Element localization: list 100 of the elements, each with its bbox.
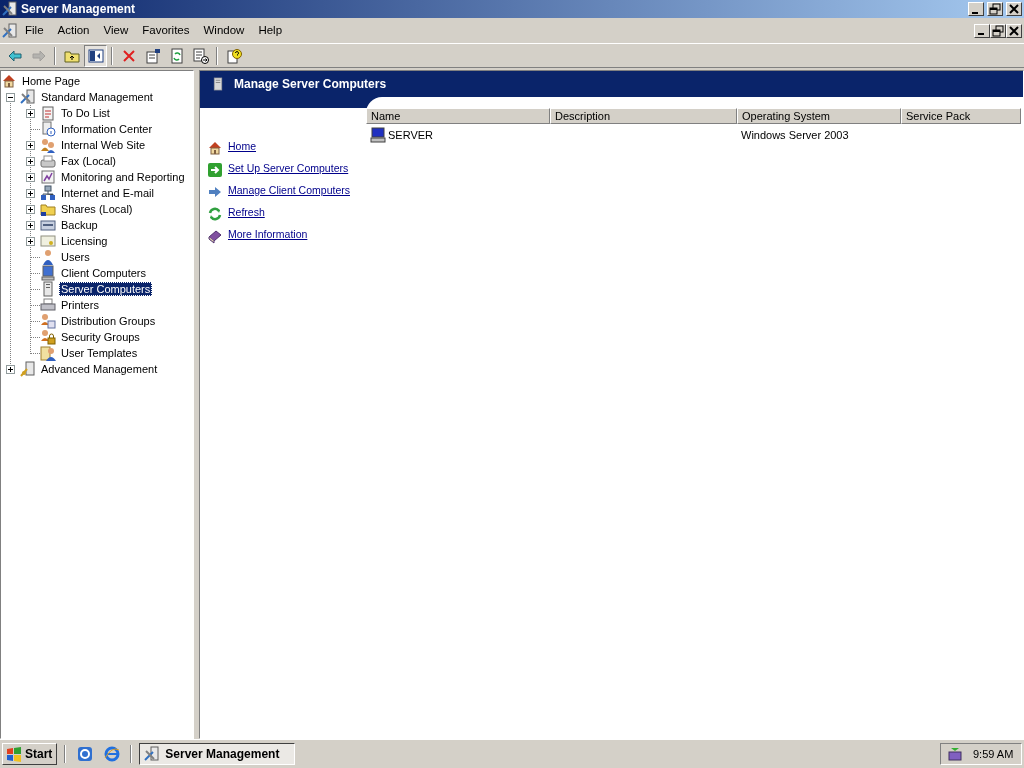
clock: 9:59 AM — [973, 746, 1014, 762]
tree-item[interactable]: Fax (Local) — [59, 154, 119, 168]
help-icon — [225, 47, 242, 64]
start-button[interactable]: Start — [2, 743, 58, 765]
tools-icon — [20, 89, 36, 105]
tree-item[interactable]: Backup — [59, 218, 100, 232]
monitor-icon — [40, 265, 56, 281]
plus-icon — [27, 237, 34, 245]
column-header[interactable]: Operating System — [737, 108, 901, 124]
plus-icon — [27, 221, 34, 229]
tools-icon — [20, 361, 36, 377]
fax-icon — [40, 153, 56, 169]
expand-button[interactable] — [26, 108, 35, 118]
expand-button[interactable] — [26, 172, 35, 182]
expand-button[interactable] — [6, 364, 15, 374]
restore-button[interactable] — [987, 2, 1003, 16]
plus-icon — [27, 157, 34, 165]
window-title: Server Management — [21, 1, 137, 18]
expand-button[interactable] — [26, 140, 35, 150]
link[interactable]: Refresh — [228, 206, 352, 219]
tree-item[interactable]: Standard Management — [39, 90, 155, 104]
menu-item[interactable]: Window — [196, 19, 252, 42]
tree-item[interactable]: Shares (Local) — [59, 202, 135, 216]
user-template-icon — [40, 345, 56, 361]
table-cell-text: SERVER — [388, 127, 434, 143]
close-button[interactable] — [1006, 23, 1022, 38]
panel-title: Manage Server Computers — [234, 76, 387, 93]
panel-icon — [87, 47, 104, 64]
link[interactable]: More Information — [228, 228, 352, 241]
tree-item[interactable]: Server Computers — [59, 282, 153, 296]
menu-item[interactable]: View — [96, 19, 136, 42]
user-icon — [40, 249, 56, 265]
house-icon — [1, 73, 17, 89]
tools-icon — [2, 22, 18, 39]
tree-item[interactable]: User Templates — [59, 346, 140, 360]
group-lock-icon — [40, 329, 56, 345]
menu-item[interactable]: Action — [50, 19, 97, 42]
properties-icon — [144, 47, 161, 64]
chart-icon — [40, 169, 56, 185]
column-header[interactable]: Description — [550, 108, 737, 124]
minimize-button[interactable] — [974, 23, 990, 38]
taskbar-button[interactable]: Server Management — [139, 743, 296, 765]
tools-icon — [144, 746, 161, 762]
restore-icon — [991, 23, 1005, 38]
tree-item[interactable]: Internal Web Site — [59, 138, 148, 152]
plus-icon — [27, 173, 34, 181]
link[interactable]: Set Up Server Computers — [228, 162, 352, 175]
tree-item[interactable]: Printers — [59, 298, 101, 312]
column-header[interactable]: Name — [366, 108, 550, 124]
expand-button[interactable] — [26, 188, 35, 198]
network-status-icon[interactable] — [947, 746, 963, 762]
menu-item[interactable]: Favorites — [135, 19, 197, 42]
group-icon — [40, 313, 56, 329]
plus-icon — [27, 141, 34, 149]
checklist-icon — [40, 105, 56, 121]
tree-item[interactable]: Client Computers — [59, 266, 148, 280]
expand-button[interactable] — [26, 236, 35, 246]
expand-button[interactable] — [26, 220, 35, 230]
certificate-icon — [40, 233, 56, 249]
minimize-icon — [978, 33, 984, 35]
link[interactable]: Home — [228, 140, 352, 153]
expand-button[interactable] — [26, 204, 35, 214]
book-icon — [207, 228, 223, 244]
export-list-icon — [192, 47, 209, 64]
close-icon — [1007, 2, 1021, 16]
plus-icon — [27, 189, 34, 197]
menu-item[interactable]: File — [18, 19, 51, 42]
expand-button[interactable] — [26, 156, 35, 166]
server-icon — [40, 281, 56, 297]
toolbar-button[interactable] — [84, 44, 107, 67]
tree-item[interactable]: Information Center — [59, 122, 155, 136]
tree-item[interactable]: Security Groups — [59, 330, 142, 344]
restore-icon — [988, 2, 1002, 16]
browser-icon — [103, 746, 120, 762]
minimize-button[interactable] — [968, 2, 984, 16]
tree-item[interactable]: Distribution Groups — [59, 314, 158, 328]
tree-item[interactable]: Licensing — [59, 234, 110, 248]
tree-item[interactable]: Advanced Management — [39, 362, 160, 376]
arrow-icon — [207, 184, 223, 200]
tree-item[interactable]: To Do List — [59, 106, 112, 120]
computer-icon — [370, 127, 386, 143]
windows-logo-icon — [6, 746, 22, 762]
close-button[interactable] — [1006, 2, 1022, 16]
tree-item[interactable]: Home Page — [20, 74, 83, 88]
drive-icon — [40, 217, 56, 233]
plus-icon — [27, 109, 34, 117]
tree-item[interactable]: Monitoring and Reporting — [59, 170, 187, 184]
house-icon — [207, 140, 223, 156]
column-header[interactable]: Service Pack — [901, 108, 1021, 124]
restore-button[interactable] — [990, 23, 1006, 38]
tree-item[interactable]: Users — [59, 250, 92, 264]
collapse-button[interactable] — [6, 92, 15, 102]
tree-item[interactable]: Internet and E-mail — [59, 186, 156, 200]
close-icon — [1007, 23, 1021, 38]
plus-icon — [7, 365, 14, 373]
refresh-icon — [168, 47, 185, 64]
menu-item[interactable]: Help — [251, 19, 290, 42]
people-icon — [40, 137, 56, 153]
link[interactable]: Manage Client Computers — [228, 184, 352, 197]
folder-icon — [40, 201, 56, 217]
